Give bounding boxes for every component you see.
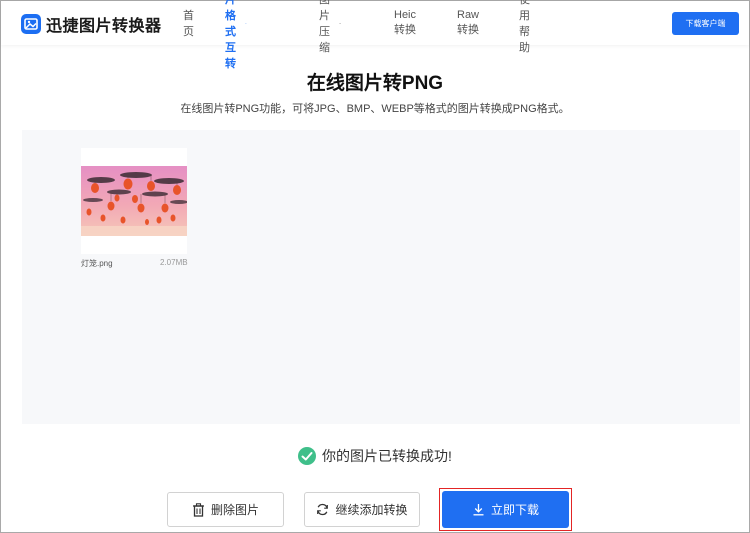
status-message: 你的图片已转换成功! [322, 448, 452, 464]
conversion-status: 你的图片已转换成功! [0, 446, 750, 466]
nav-format-convert[interactable]: 图片格式互转 [225, 0, 247, 71]
page-title: 在线图片转PNG [306, 73, 444, 94]
download-client-button[interactable]: 下载客户端 [672, 12, 739, 35]
lantern-thumbnail-image [81, 166, 187, 236]
download-now-button[interactable]: 立即下载 [442, 491, 569, 528]
continue-add-button[interactable]: 继续添加转换 [304, 492, 420, 527]
nav-home[interactable]: 首页 [183, 7, 194, 39]
file-thumbnail-card[interactable] [81, 148, 187, 254]
chevron-down-icon [338, 22, 341, 24]
nav-help[interactable]: 使用帮助 [519, 0, 530, 55]
image-icon [21, 14, 41, 34]
file-size: 2.07MB [160, 258, 188, 267]
page-subtitle: 在线图片转PNG功能，可将JPG、BMP、WEBP等格式的图片转换成PNG格式。 [180, 103, 570, 115]
chevron-down-icon [245, 22, 247, 24]
download-icon [472, 503, 485, 516]
trash-icon [192, 502, 205, 517]
nav-heic[interactable]: Heic转换 [394, 9, 416, 37]
file-name: 灯笼.png [81, 259, 113, 268]
delete-image-button[interactable]: 删除图片 [167, 492, 284, 527]
nav-compress[interactable]: 图片压缩 [319, 0, 341, 55]
refresh-icon [316, 503, 329, 516]
check-circle-icon [298, 447, 317, 465]
logo-text: 迅捷图片转换器 [46, 18, 162, 35]
nav-raw[interactable]: Raw转换 [457, 9, 479, 37]
file-work-area: 灯笼.png 2.07MB [22, 130, 740, 424]
top-header: 迅捷图片转换器 首页 图片格式互转 图片压缩 Heic转换 Raw转换 使用帮助… [1, 0, 749, 70]
logo[interactable]: 迅捷图片转换器 [21, 12, 162, 36]
